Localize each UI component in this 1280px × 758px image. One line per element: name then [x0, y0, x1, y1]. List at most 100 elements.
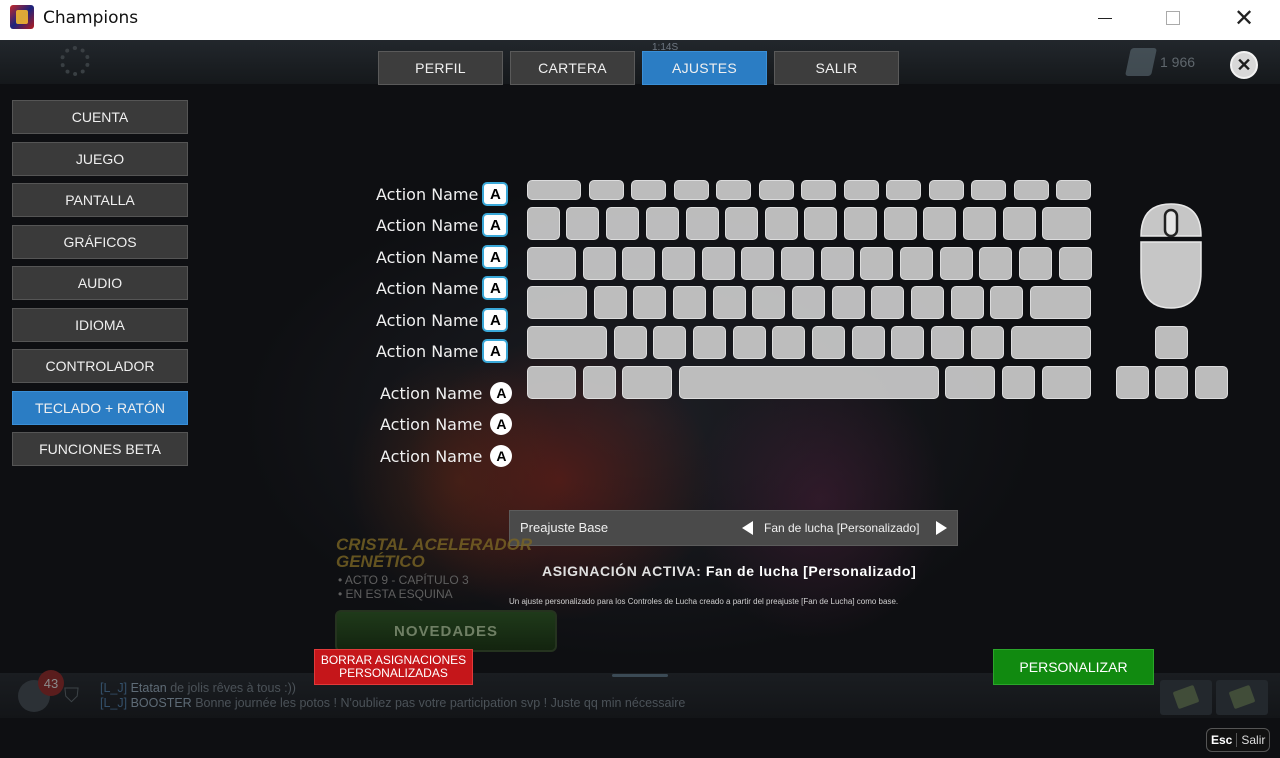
quests-icon[interactable]: [1160, 680, 1212, 715]
keyboard-key[interactable]: [1030, 286, 1091, 319]
tab-ajustes[interactable]: AJUSTES: [642, 51, 767, 85]
keyboard-key[interactable]: [832, 286, 865, 319]
keyboard-key[interactable]: [1019, 247, 1052, 280]
settings-close-button[interactable]: ✕: [1230, 51, 1258, 79]
keyboard-key[interactable]: [583, 247, 616, 280]
keyboard-key[interactable]: [662, 247, 695, 280]
action-row[interactable]: Action Name A: [376, 308, 509, 332]
keyboard-key[interactable]: [812, 326, 845, 359]
keyboard-key[interactable]: [594, 286, 627, 319]
keyboard-key[interactable]: [1042, 366, 1091, 399]
keyboard-key[interactable]: [781, 247, 814, 280]
keyboard-key[interactable]: [772, 326, 805, 359]
keyboard-key[interactable]: [527, 247, 576, 280]
keyboard-key[interactable]: [884, 207, 917, 240]
keyboard-key[interactable]: [1056, 180, 1091, 200]
tab-cartera[interactable]: CARTERA: [510, 51, 635, 85]
keyboard-key[interactable]: [891, 326, 924, 359]
keyboard-key[interactable]: [631, 180, 666, 200]
keyboard-key[interactable]: [673, 286, 706, 319]
keyboard-key[interactable]: [527, 366, 576, 399]
missions-icon[interactable]: [1216, 680, 1268, 715]
keyboard-key[interactable]: [886, 180, 921, 200]
keyboard-key[interactable]: [821, 247, 854, 280]
keyboard-key[interactable]: [589, 180, 624, 200]
keyboard-key[interactable]: [693, 326, 726, 359]
reset-assignments-button[interactable]: BORRAR ASIGNACIONES PERSONALIZADAS: [314, 649, 473, 685]
keyboard-key[interactable]: [801, 180, 836, 200]
keyboard-key[interactable]: [900, 247, 933, 280]
keyboard-key[interactable]: [971, 326, 1004, 359]
arrow-left-icon[interactable]: [742, 521, 753, 535]
arrow-key[interactable]: [1155, 366, 1188, 399]
keyboard-key[interactable]: [622, 247, 655, 280]
keyboard-key[interactable]: [844, 180, 879, 200]
drag-handle[interactable]: [612, 674, 668, 677]
keyboard-key[interactable]: [633, 286, 666, 319]
keyboard-key[interactable]: [583, 366, 616, 399]
keyboard-key[interactable]: [1014, 180, 1049, 200]
action-row[interactable]: Action Name A: [380, 382, 513, 404]
keyboard-key[interactable]: [871, 286, 904, 319]
keyboard-key[interactable]: [951, 286, 984, 319]
keyboard-key[interactable]: [566, 207, 599, 240]
sidebar-item-funciones-beta[interactable]: FUNCIONES BETA: [12, 432, 188, 466]
minimize-button[interactable]: [1082, 0, 1128, 36]
action-row[interactable]: Action Name A: [376, 339, 509, 363]
keyboard-key[interactable]: [527, 180, 581, 200]
sidebar-item-teclado-raton[interactable]: TECLADO + RATÓN: [12, 390, 188, 425]
tab-salir[interactable]: SALIR: [774, 51, 899, 85]
keyboard-key[interactable]: [860, 247, 893, 280]
keyboard-key[interactable]: [990, 286, 1023, 319]
maximize-button[interactable]: [1150, 0, 1196, 36]
keyboard-key[interactable]: [931, 326, 964, 359]
keyboard-key[interactable]: [963, 207, 996, 240]
action-row[interactable]: Action Name A: [376, 213, 509, 237]
sidebar-item-graficos[interactable]: GRÁFICOS: [12, 224, 188, 259]
sidebar-item-controlador[interactable]: CONTROLADOR: [12, 349, 188, 383]
keyboard-key[interactable]: [527, 286, 587, 319]
keyboard-key[interactable]: [923, 207, 956, 240]
window-close-button[interactable]: ✕: [1221, 0, 1267, 36]
keyboard-key[interactable]: [979, 247, 1012, 280]
keyboard-key[interactable]: [527, 207, 560, 240]
arrow-key[interactable]: [1155, 326, 1188, 359]
keyboard-key[interactable]: [792, 286, 825, 319]
customize-button[interactable]: PERSONALIZAR: [993, 649, 1154, 685]
keyboard-key[interactable]: [844, 207, 877, 240]
keyboard-key[interactable]: [646, 207, 679, 240]
keyboard-key[interactable]: [622, 366, 672, 399]
sidebar-item-cuenta[interactable]: CUENTA: [12, 100, 188, 134]
keyboard-key[interactable]: [614, 326, 647, 359]
action-row[interactable]: Action Name A: [376, 245, 509, 269]
keyboard-key[interactable]: [945, 366, 995, 399]
action-row[interactable]: Action Name A: [376, 182, 509, 206]
keyboard-key[interactable]: [765, 207, 798, 240]
keyboard-key[interactable]: [804, 207, 837, 240]
keyboard-key[interactable]: [752, 286, 785, 319]
keyboard-key[interactable]: [852, 326, 885, 359]
keyboard-key[interactable]: [716, 180, 751, 200]
sidebar-item-idioma[interactable]: IDIOMA: [12, 307, 188, 342]
keyboard-key[interactable]: [679, 366, 939, 399]
keyboard-key[interactable]: [1011, 326, 1091, 359]
keyboard-key[interactable]: [741, 247, 774, 280]
esc-hint[interactable]: Esc Salir: [1206, 728, 1271, 752]
novedades-button[interactable]: NOVEDADES: [335, 610, 557, 652]
arrow-key[interactable]: [1116, 366, 1149, 399]
tab-perfil[interactable]: PERFIL: [378, 51, 503, 85]
keyboard-key[interactable]: [606, 207, 639, 240]
sidebar-item-audio[interactable]: AUDIO: [12, 266, 188, 300]
keyboard-key[interactable]: [1059, 247, 1092, 280]
keyboard-key[interactable]: [725, 207, 758, 240]
sidebar-item-pantalla[interactable]: PANTALLA: [12, 183, 188, 217]
keyboard-key[interactable]: [653, 326, 686, 359]
keyboard-key[interactable]: [940, 247, 973, 280]
arrow-key[interactable]: [1195, 366, 1228, 399]
shield-icon[interactable]: ⛉: [64, 685, 88, 709]
keyboard-key[interactable]: [674, 180, 709, 200]
keyboard-key[interactable]: [1042, 207, 1091, 240]
keyboard-key[interactable]: [971, 180, 1006, 200]
keyboard-key[interactable]: [527, 326, 607, 359]
arrow-right-icon[interactable]: [936, 521, 947, 535]
